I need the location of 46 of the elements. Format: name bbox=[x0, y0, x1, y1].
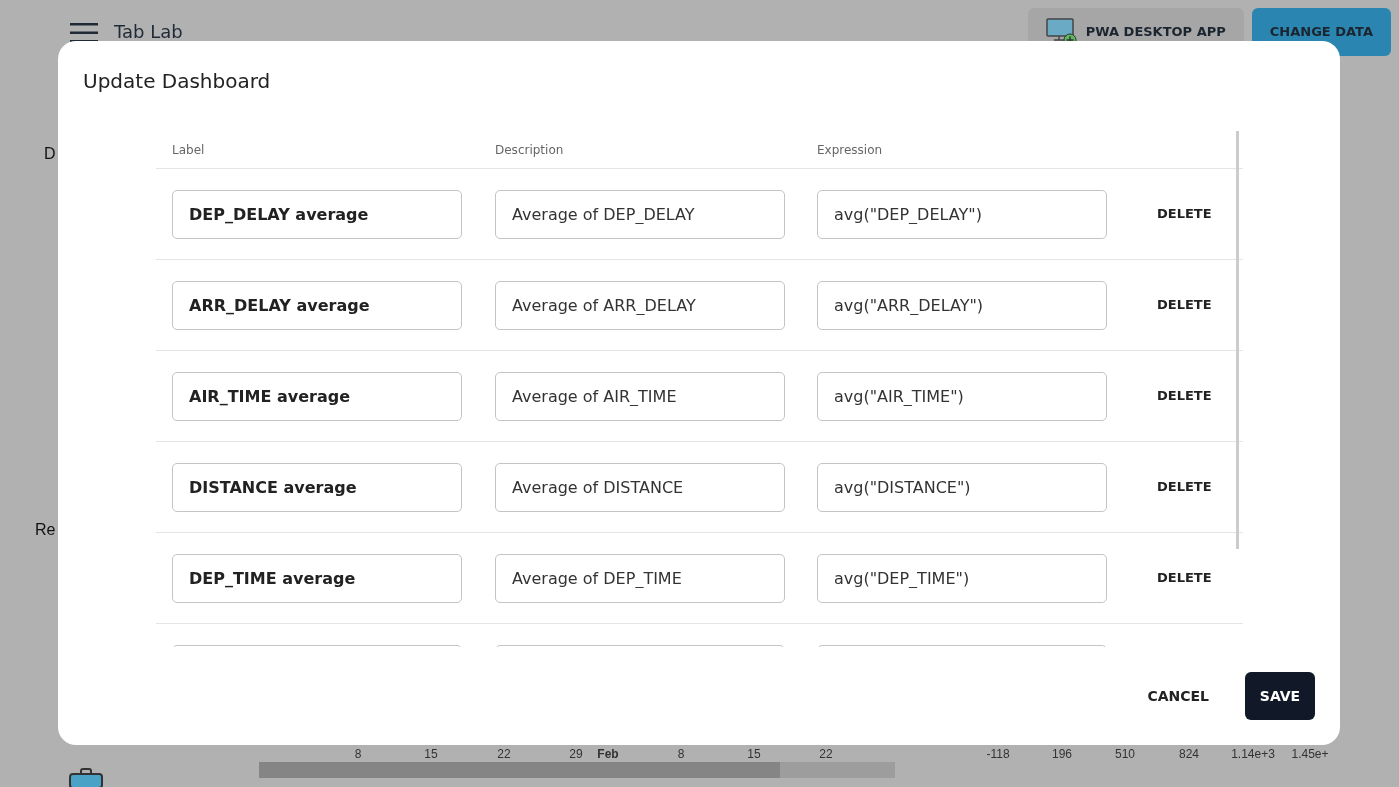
dialog-title: Update Dashboard bbox=[83, 68, 272, 95]
app-title: Tab Lab bbox=[114, 22, 183, 42]
section-heading: Re bbox=[35, 520, 56, 540]
label-field[interactable]: AIR_TIME average bbox=[172, 371, 462, 421]
axis-tick-label: 8 bbox=[354, 746, 362, 763]
axis-tick-label: 15 bbox=[424, 746, 438, 763]
label-field[interactable]: DEP_DELAY average bbox=[172, 189, 462, 239]
scrollbar[interactable] bbox=[1236, 131, 1239, 549]
label-field[interactable]: DEP_TIME average bbox=[172, 553, 462, 603]
axis-tick-label: 15 bbox=[747, 746, 761, 763]
expression-field[interactable]: avg("AIR_TIME") bbox=[817, 371, 1107, 421]
axis-tick-label: 196 bbox=[1052, 746, 1072, 763]
save-button[interactable]: SAVE bbox=[1245, 672, 1315, 720]
label-field[interactable]: DISTANCE average bbox=[172, 462, 462, 512]
column-header: Description bbox=[495, 142, 564, 157]
column-header: Expression bbox=[817, 142, 883, 157]
delete-button[interactable]: DELETE bbox=[1145, 198, 1224, 230]
axis-tick-label: -118 bbox=[986, 746, 1010, 763]
description-field[interactable]: Average of DEP_TIME bbox=[495, 553, 785, 603]
description-field[interactable]: Average of ARR_DELAY bbox=[495, 280, 785, 330]
axis-tick-label: 824 bbox=[1179, 746, 1199, 763]
axis-tick-label: 1.45e+ bbox=[1291, 746, 1329, 763]
delete-button[interactable]: DELETE bbox=[1145, 380, 1224, 412]
expression-field[interactable]: avg("DEP_DELAY") bbox=[817, 189, 1107, 239]
section-heading: D bbox=[44, 144, 56, 164]
axis-tick-label: 22 bbox=[819, 746, 833, 763]
description-field[interactable]: Average of DEP_DELAY bbox=[495, 189, 785, 239]
scrollbar[interactable] bbox=[259, 762, 895, 778]
axis-tick-label: Feb bbox=[597, 746, 619, 763]
delete-button[interactable]: DELETE bbox=[1145, 289, 1224, 321]
cancel-button[interactable]: CANCEL bbox=[1131, 673, 1225, 719]
description-field[interactable]: Average of AIR_TIME bbox=[495, 371, 785, 421]
axis-tick-label: 510 bbox=[1115, 746, 1135, 763]
delete-button[interactable]: DELETE bbox=[1145, 471, 1224, 503]
axis-tick-label: 8 bbox=[677, 746, 685, 763]
description-field[interactable]: Average of DISTANCE bbox=[495, 462, 785, 512]
axis-tick-label: 1.14e+3 bbox=[1231, 746, 1275, 763]
expression-field[interactable]: avg("DEP_TIME") bbox=[817, 553, 1107, 603]
axis-tick-label: 22 bbox=[497, 746, 511, 763]
toolbox-icon[interactable] bbox=[69, 768, 103, 787]
axis-tick-label: 29 bbox=[569, 746, 583, 763]
expression-field[interactable]: avg("DISTANCE") bbox=[817, 462, 1107, 512]
column-header: Label bbox=[172, 142, 205, 157]
label-field[interactable]: ARR_DELAY average bbox=[172, 280, 462, 330]
expression-field[interactable]: avg("ARR_DELAY") bbox=[817, 280, 1107, 330]
delete-button[interactable]: DELETE bbox=[1145, 562, 1224, 594]
